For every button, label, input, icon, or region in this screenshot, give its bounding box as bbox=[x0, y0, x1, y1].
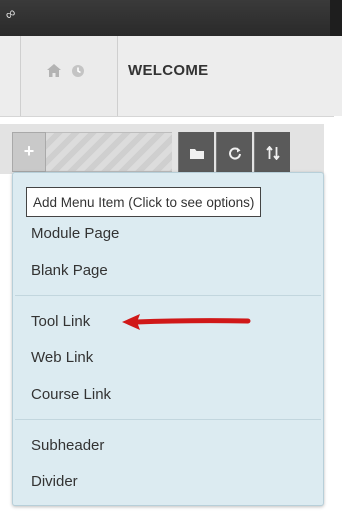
add-menu-item-dropdown: Module Page Blank Page Tool Link Web Lin… bbox=[12, 172, 324, 506]
menu-item-divider[interactable]: Divider bbox=[31, 473, 78, 490]
red-arrow-annotation bbox=[122, 314, 251, 330]
toolbar-spacer bbox=[46, 132, 172, 172]
course-menu-toolbar: + bbox=[0, 124, 324, 174]
plus-icon: + bbox=[23, 141, 35, 161]
sort-button[interactable] bbox=[254, 132, 290, 172]
home-icon[interactable] bbox=[45, 62, 63, 80]
menu-item-course-link[interactable]: Course Link bbox=[31, 386, 111, 403]
refresh-icon bbox=[228, 147, 241, 160]
add-menu-item-tooltip: Add Menu Item (Click to see options) bbox=[26, 187, 262, 217]
menu-item-tool-link[interactable]: Tool Link bbox=[31, 313, 90, 330]
menu-item-blank-page[interactable]: Blank Page bbox=[31, 262, 108, 279]
content-edge bbox=[334, 116, 342, 514]
folder-button[interactable] bbox=[178, 132, 214, 172]
add-menu-item-button[interactable]: + bbox=[12, 132, 46, 172]
menu-item-module-page[interactable]: Module Page bbox=[31, 225, 119, 242]
page-title: WELCOME bbox=[128, 62, 209, 79]
top-bar: ∞ bbox=[0, 0, 342, 36]
sort-icon bbox=[265, 145, 280, 161]
link-icon: ∞ bbox=[1, 4, 19, 23]
menu-separator bbox=[15, 295, 321, 296]
clock-icon[interactable] bbox=[71, 64, 85, 78]
folder-icon bbox=[189, 149, 204, 160]
refresh-button[interactable] bbox=[216, 132, 252, 172]
course-header: WELCOME bbox=[0, 36, 342, 117]
top-bar-edge bbox=[330, 0, 342, 36]
menu-item-subheader[interactable]: Subheader bbox=[31, 437, 104, 454]
home-cell[interactable] bbox=[20, 36, 118, 116]
menu-separator bbox=[15, 419, 321, 420]
menu-item-web-link[interactable]: Web Link bbox=[31, 349, 93, 366]
